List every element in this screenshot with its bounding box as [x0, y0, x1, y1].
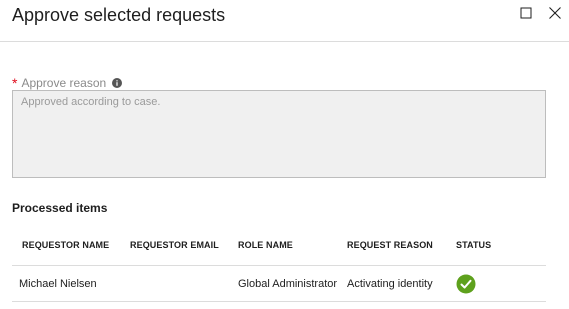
- column-header-requestor-name: REQUESTOR NAME: [22, 240, 110, 250]
- approve-reason-input[interactable]: [12, 90, 546, 178]
- info-icon[interactable]: [112, 78, 123, 88]
- required-marker: *: [12, 75, 18, 91]
- maximize-icon: [520, 7, 532, 19]
- column-header-request-reason: REQUEST REASON: [347, 240, 433, 250]
- approve-reason-label: * Approve reason: [12, 75, 123, 91]
- column-header-requestor-email: REQUESTOR EMAIL: [130, 240, 219, 250]
- close-icon: [549, 7, 561, 19]
- cell-request-reason: Activating identity: [347, 278, 433, 290]
- cell-role-name: Global Administrator: [238, 278, 338, 290]
- table-row[interactable]: Michael Nielsen Global Administrator Act…: [12, 266, 546, 302]
- processed-items-title: Processed items: [12, 201, 108, 215]
- column-header-status: STATUS: [456, 240, 492, 250]
- dialog-title: Approve selected requests: [12, 5, 226, 25]
- cell-requestor-name: Michael Nielsen: [19, 278, 97, 290]
- close-button[interactable]: [545, 3, 565, 23]
- success-check-icon: [456, 274, 476, 294]
- approve-reason-label-text: Approve reason: [21, 76, 107, 90]
- column-header-role-name: ROLE NAME: [238, 240, 293, 250]
- dialog-header: Approve selected requests: [0, 0, 569, 42]
- maximize-button[interactable]: [516, 3, 536, 23]
